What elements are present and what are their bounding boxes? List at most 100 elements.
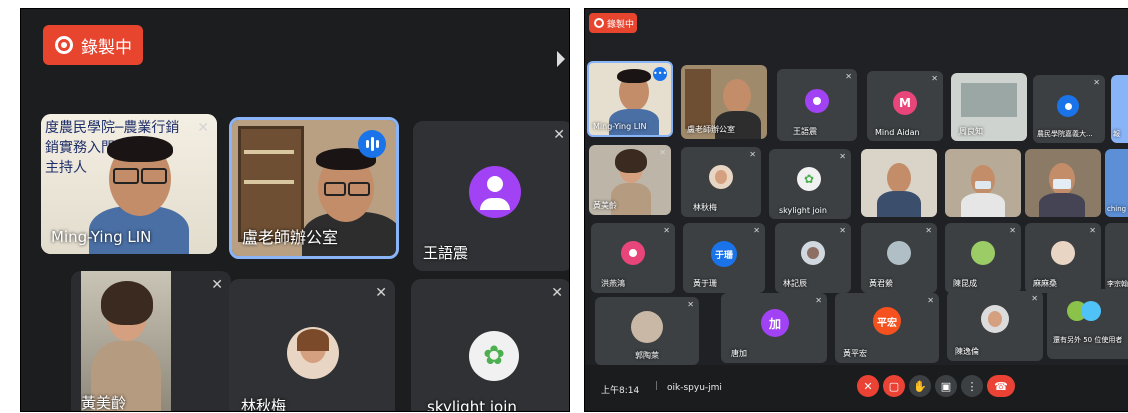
- more-options-button[interactable]: ⋮: [961, 375, 983, 397]
- participant-tile-huang-pinghong[interactable]: ✕ 平宏 黃平宏: [835, 293, 939, 363]
- participant-tile-skylight[interactable]: ✕ ✿ skylight join: [769, 149, 851, 219]
- avatar: [287, 327, 339, 379]
- mic-off-icon: ✕: [749, 150, 756, 159]
- participant-tile-li[interactable]: 李宗翰: [1105, 223, 1128, 293]
- mic-off-icon: ✕: [1093, 78, 1100, 87]
- participant-name: 報: [1113, 130, 1120, 138]
- participant-tile-teacher-office[interactable]: 盧老師辦公室: [229, 117, 399, 259]
- recording-badge[interactable]: 錄製中: [589, 13, 637, 33]
- present-button[interactable]: ▣: [935, 375, 957, 397]
- mic-off-button[interactable]: ✕: [857, 375, 879, 397]
- mic-off-icon: ✕: [211, 277, 223, 293]
- phone-hangup-icon: ☎: [994, 379, 1008, 393]
- participant-name: 陳昆成: [953, 279, 977, 288]
- mic-off-icon: ✕: [663, 226, 670, 235]
- participant-tile-huang[interactable]: ✕ 黃美齡: [71, 271, 231, 411]
- participant-name: 林秋梅: [693, 203, 717, 212]
- participant-tile-skylight[interactable]: ✕ ✿ skylight join: [411, 279, 569, 411]
- participant-name: 麻麻桑: [1033, 279, 1057, 288]
- participant-name: 黃美齡: [593, 201, 617, 210]
- mic-off-icon: ✕: [197, 120, 209, 136]
- participant-name: Mind Aidan: [875, 128, 920, 137]
- participant-tile-tang[interactable]: ✕ 加 唐加: [721, 293, 827, 363]
- right-screenshot-panel: 錄製中 ••• Ming-Ying LIN 盧老師辦公室 ✕ 王語震 ✕ M M…: [584, 8, 1128, 412]
- participant-tile-zhou[interactable]: 周良知: [951, 73, 1027, 141]
- video-feed: [81, 271, 171, 411]
- participant-tile-lin[interactable]: ✕ 林秋梅: [229, 279, 395, 411]
- participant-name: 李宗翰: [1107, 280, 1128, 288]
- meeting-code: oik-spyu-jmi: [667, 383, 722, 393]
- record-icon: [594, 18, 604, 28]
- participant-tile-huang[interactable]: ✕ 黃美齡: [589, 145, 671, 215]
- present-icon: ▣: [940, 379, 952, 393]
- mic-off-icon: ✕: [553, 127, 565, 143]
- participant-name: Ming-Ying LIN: [593, 122, 647, 131]
- participant-tile-partial[interactable]: 報: [1111, 75, 1128, 143]
- participant-tile-ching[interactable]: ching: [1105, 149, 1128, 217]
- bottom-toolbar: 上午8:14 | oik-spyu-jmi ✕ ▢ ✋ ▣ ⋮ ☎: [585, 365, 1128, 411]
- participant-tile-mind-aidan[interactable]: ✕ M Mind Aidan: [867, 71, 943, 141]
- participant-tile-huang-yushan[interactable]: ✕ 于珊 黃于珊: [683, 223, 765, 293]
- avatar: [805, 89, 829, 113]
- mic-off-icon: ✕: [1089, 226, 1096, 235]
- next-page-icon[interactable]: [557, 51, 565, 67]
- participant-name: 周良知: [959, 127, 983, 136]
- end-call-button[interactable]: ☎: [987, 375, 1015, 397]
- more-options-icon[interactable]: •••: [653, 67, 667, 81]
- record-icon: [55, 36, 73, 54]
- participant-tile-others[interactable]: 還有另外 50 位使用者: [1047, 289, 1128, 359]
- participant-tile-farmers-college[interactable]: ✕ 農民學院嘉義大...: [1033, 75, 1105, 143]
- meeting-time: 上午8:14: [601, 386, 640, 396]
- mic-off-icon: ✕: [659, 148, 666, 157]
- participant-tile-chen[interactable]: ✕ 陳昆成: [945, 223, 1021, 293]
- mic-off-icon: ✕: [927, 296, 934, 305]
- recording-label: 錄製中: [607, 19, 635, 30]
- participant-name: 陳逸倫: [955, 347, 979, 356]
- participant-name: 還有另外 50 位使用者: [1053, 336, 1123, 344]
- avatar: [981, 305, 1009, 333]
- participant-tile-wang[interactable]: ✕ 王語震: [413, 121, 569, 271]
- participant-name: 郭陶萊: [635, 351, 659, 360]
- mic-off-icon: ✕: [863, 379, 873, 393]
- recording-badge[interactable]: 錄製中: [43, 25, 143, 65]
- avatar: [631, 311, 663, 343]
- participant-tile-chen-yilun[interactable]: ✕ 陳逸倫: [947, 291, 1043, 361]
- participant-name: 黃君縈: [869, 279, 893, 288]
- mic-off-icon: ✕: [845, 72, 852, 81]
- mic-off-icon: ✕: [551, 285, 563, 301]
- participant-tile-lin-jichen[interactable]: ✕ 林記辰: [775, 223, 851, 293]
- participant-tile-teacher-office[interactable]: 盧老師辦公室: [681, 65, 767, 139]
- participant-name: 王語震: [423, 244, 469, 262]
- mic-off-icon: ✕: [931, 74, 938, 83]
- camera-off-button[interactable]: ▢: [883, 375, 905, 397]
- more-vert-icon: ⋮: [966, 379, 978, 393]
- participant-tile-video-a[interactable]: [861, 149, 937, 217]
- participant-tile-hong[interactable]: ✕ 洪燕鴻: [591, 223, 675, 293]
- participant-tile-lin[interactable]: ✕ 林秋梅: [681, 147, 761, 217]
- mic-off-icon: ✕: [753, 226, 760, 235]
- raise-hand-button[interactable]: ✋: [909, 375, 931, 397]
- avatar: M: [893, 91, 917, 115]
- participant-tile-video-b[interactable]: [945, 149, 1021, 217]
- mic-off-icon: ✕: [1031, 294, 1038, 303]
- participant-name: 黃于珊: [693, 279, 717, 288]
- recording-label: 錄製中: [81, 37, 132, 58]
- avatar: [971, 241, 995, 265]
- avatar: 加: [761, 309, 789, 337]
- participant-tile-wang[interactable]: ✕ 王語震: [777, 69, 857, 141]
- avatar: ✿: [469, 331, 519, 381]
- mic-off-icon: ✕: [375, 285, 387, 301]
- avatar: ✿: [797, 167, 821, 191]
- participant-tile-huang-junying[interactable]: ✕ 黃君縈: [861, 223, 937, 293]
- participant-tile-ming-ying-lin[interactable]: 度農民學院─農業行銷 銷實務入門 主持人 任 授 ✕ Ming-Ying LIN: [41, 114, 217, 254]
- participant-name: 林記辰: [783, 279, 807, 288]
- participant-tile-ming-ying-lin[interactable]: ••• Ming-Ying LIN: [587, 61, 673, 137]
- left-screenshot-panel: 錄製中 度農民學院─農業行銷 銷實務入門 主持人 任 授 ✕ Ming-Ying L…: [20, 8, 570, 412]
- participant-name: 農民學院嘉義大...: [1037, 130, 1093, 138]
- participant-tile-mamasang[interactable]: ✕ 麻麻桑: [1025, 223, 1101, 293]
- avatar: 于珊: [711, 241, 737, 267]
- avatar: [887, 241, 911, 265]
- participant-tile-video-c[interactable]: [1025, 149, 1101, 217]
- participant-tile-guo[interactable]: ✕ 郭陶萊: [595, 297, 699, 365]
- avatar: [1057, 95, 1079, 117]
